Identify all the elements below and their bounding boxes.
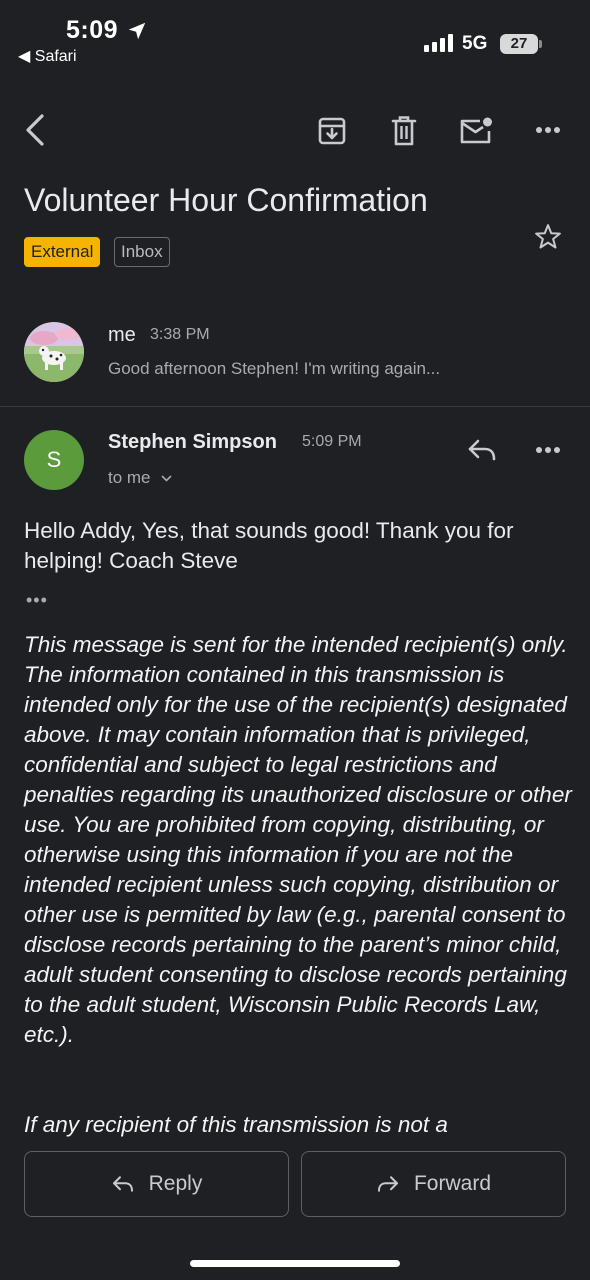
- signal-strength-icon: [424, 34, 453, 52]
- reply-icon[interactable]: [464, 433, 500, 467]
- chevron-down-icon: [161, 475, 172, 482]
- status-time: 5:09: [66, 16, 119, 44]
- forward-arrow-icon: [378, 1176, 398, 1192]
- archive-icon[interactable]: [314, 113, 350, 149]
- network-type: 5G: [462, 33, 488, 54]
- reply-label: Reply: [148, 1172, 203, 1195]
- message-time: 5:09 PM: [302, 433, 362, 450]
- star-icon[interactable]: [530, 220, 566, 254]
- back-arrow-icon[interactable]: [18, 110, 52, 150]
- recipient-details[interactable]: to me: [108, 468, 172, 488]
- message-more-icon[interactable]: [530, 435, 566, 465]
- forward-button[interactable]: Forward: [301, 1151, 566, 1217]
- label-inbox[interactable]: Inbox: [114, 237, 170, 267]
- collapsed-time: 3:38 PM: [150, 326, 210, 343]
- mark-unread-icon[interactable]: [456, 113, 496, 149]
- back-triangle-icon: ◀: [18, 48, 31, 65]
- battery-level: 27: [500, 34, 538, 54]
- location-arrow-icon: [126, 20, 148, 47]
- disclaimer-continued: If any recipient of this transmission is…: [24, 1112, 448, 1137]
- label-external: External: [24, 237, 101, 267]
- reply-button[interactable]: Reply: [24, 1151, 289, 1217]
- back-app-label: Safari: [34, 48, 77, 65]
- avatar-dalmatian: [24, 322, 84, 382]
- forward-label: Forward: [413, 1172, 492, 1195]
- email-subject: Volunteer Hour Confirmation: [24, 182, 428, 218]
- message-body: Hello Addy, Yes, that sounds good! Thank…: [24, 518, 514, 573]
- recipient-label: to me: [108, 468, 151, 487]
- back-to-app-link[interactable]: ◀ Safari: [18, 46, 77, 66]
- reply-arrow-icon: [112, 1176, 133, 1192]
- avatar: S: [24, 430, 84, 490]
- confidentiality-disclaimer: This message is sent for the intended re…: [24, 632, 572, 1047]
- trash-icon[interactable]: [386, 113, 422, 149]
- collapsed-snippet[interactable]: Good afternoon Stephen! I'm writing agai…: [108, 359, 440, 379]
- more-options-icon[interactable]: [530, 115, 566, 145]
- show-trimmed-content[interactable]: •••: [26, 590, 48, 611]
- sender-name[interactable]: Stephen Simpson: [108, 431, 277, 454]
- message-divider: [0, 406, 590, 407]
- home-indicator[interactable]: [190, 1260, 400, 1267]
- collapsed-sender[interactable]: me: [108, 324, 136, 347]
- battery-cap: [539, 40, 542, 48]
